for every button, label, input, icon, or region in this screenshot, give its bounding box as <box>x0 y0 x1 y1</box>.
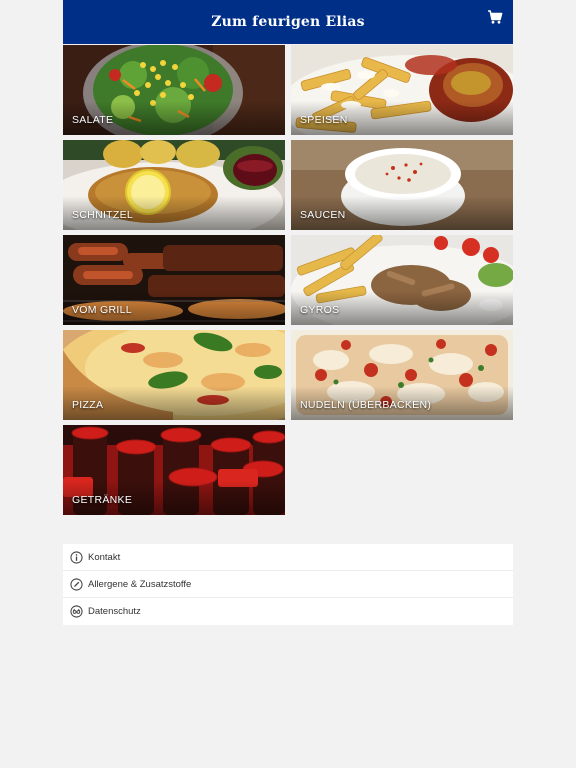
link-datenschutz[interactable]: Datenschutz <box>63 598 513 625</box>
info-links-list: Kontakt Allergene & Zusatzstoffe Datensc… <box>63 544 513 625</box>
link-allergene[interactable]: Allergene & Zusatzstoffe <box>63 571 513 598</box>
privacy-icon <box>70 605 83 618</box>
app-header: Zum feurigen Elias <box>63 0 513 44</box>
info-icon <box>70 550 83 564</box>
category-label: NUDELN (ÜBERBACKEN) <box>300 399 432 411</box>
link-kontakt[interactable]: Kontakt <box>63 544 513 571</box>
category-tile-schnitzel[interactable]: SCHNITZEL <box>63 140 285 230</box>
app-container: Zum feurigen Elias SALATE SPEISEN SCHNIT… <box>63 0 513 768</box>
link-label: Allergene & Zusatzstoffe <box>88 578 192 590</box>
restaurant-logo: Zum feurigen Elias <box>211 14 365 30</box>
category-tile-speisen[interactable]: SPEISEN <box>291 45 513 135</box>
category-tile-vom-grill[interactable]: VOM GRILL <box>63 235 285 325</box>
pencil-icon <box>70 577 83 591</box>
category-tile-nudeln[interactable]: NUDELN (ÜBERBACKEN) <box>291 330 513 420</box>
category-label: GETRÄNKE <box>72 494 133 506</box>
category-label: SALATE <box>72 114 114 126</box>
link-label: Kontakt <box>88 551 121 563</box>
category-tile-saucen[interactable]: SAUCEN <box>291 140 513 230</box>
category-label: SPEISEN <box>300 114 348 126</box>
category-label: SAUCEN <box>300 209 346 221</box>
category-tile-pizza[interactable]: PIZZA <box>63 330 285 420</box>
category-label: PIZZA <box>72 399 104 411</box>
category-label: SCHNITZEL <box>72 209 134 221</box>
link-label: Datenschutz <box>88 606 141 617</box>
category-tile-gyros[interactable]: GYROS <box>291 235 513 325</box>
category-label: VOM GRILL <box>72 304 132 316</box>
category-tile-salate[interactable]: SALATE <box>63 45 285 135</box>
shopping-cart-icon[interactable] <box>487 9 503 25</box>
category-label: GYROS <box>300 304 340 316</box>
category-tile-getraenke[interactable]: GETRÄNKE <box>63 425 285 515</box>
